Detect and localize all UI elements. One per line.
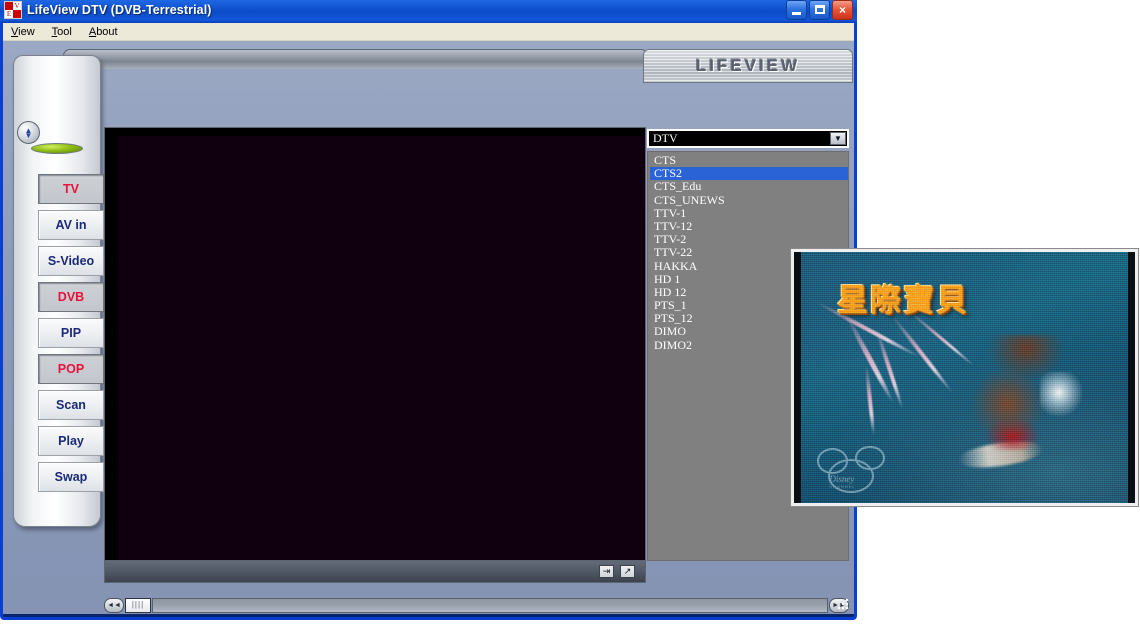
pop-video-screen: 星際寶貝 Disney CHANNEL: [794, 252, 1135, 503]
seek-thumb[interactable]: ||||: [125, 598, 151, 613]
seek-bar[interactable]: ◄◄ |||| ►►: [104, 597, 849, 614]
maximize-button[interactable]: [809, 0, 830, 20]
video-noise-overlay: [801, 252, 1128, 503]
power-led-indicator: [31, 143, 83, 154]
list-item[interactable]: CTS_UNEWS: [650, 193, 848, 207]
minimize-button[interactable]: [786, 0, 807, 20]
menu-about-rest: bout: [96, 25, 118, 38]
grip-icon: ||||: [131, 600, 145, 609]
pop-video-window[interactable]: 星際寶貝 Disney CHANNEL: [790, 248, 1139, 507]
sidebar-item-play[interactable]: Play: [38, 426, 104, 456]
lifeview-icon: VE: [4, 1, 22, 19]
client-area: LIFEVIEW TV AV in S-Video DVB PIP POP Sc…: [3, 41, 854, 614]
seek-rewind-button[interactable]: ◄◄: [104, 598, 124, 613]
brand-label: LIFEVIEW: [695, 56, 801, 75]
sidebar-item-av-in[interactable]: AV in: [38, 210, 104, 240]
list-item[interactable]: CTS_Edu: [650, 180, 848, 193]
sidebar-item-label: S-Video: [47, 254, 95, 268]
sidebar-item-dvb[interactable]: DVB: [38, 282, 104, 312]
sidebar-item-label: POP: [57, 362, 85, 376]
sidebar-item-label: Play: [58, 434, 84, 448]
sidebar-button-group: TV AV in S-Video DVB PIP POP Scan Play S…: [38, 174, 104, 498]
sidebar-item-s-video[interactable]: S-Video: [38, 246, 104, 276]
window-controls: ×: [786, 0, 855, 20]
video-surface: [119, 136, 645, 560]
sidebar-item-pop[interactable]: POP: [38, 354, 104, 384]
source-dropdown[interactable]: DTV ▼: [647, 129, 849, 148]
sidebar-item-label: PIP: [60, 326, 82, 340]
list-item[interactable]: TTV-1: [650, 206, 848, 220]
brand-panel: LIFEVIEW: [643, 49, 853, 83]
close-button[interactable]: ×: [832, 0, 853, 20]
menu-item-about[interactable]: About: [89, 26, 118, 38]
resize-grip[interactable]: [836, 597, 850, 611]
source-dropdown-value: DTV: [653, 131, 678, 145]
menu-tool-rest: ool: [57, 25, 72, 38]
title-bar[interactable]: VE LifeView DTV (DVB-Terrestrial) ×: [0, 0, 857, 23]
sidebar-item-label: AV in: [55, 218, 87, 232]
sidebar-item-pip[interactable]: PIP: [38, 318, 104, 348]
fullscreen-icon: ↗: [623, 566, 632, 576]
window-title: LifeView DTV (DVB-Terrestrial): [27, 3, 212, 17]
top-chrome-bar: [63, 49, 648, 69]
panel-toggle-button[interactable]: ⇥: [599, 565, 614, 578]
fullscreen-button[interactable]: ↗: [620, 565, 635, 578]
sidebar-item-scan[interactable]: Scan: [38, 390, 104, 420]
application-window: VE LifeView DTV (DVB-Terrestrial) × View…: [0, 0, 857, 620]
seek-track[interactable]: [152, 598, 828, 613]
collapse-toggle-button[interactable]: ▲ ▼: [17, 121, 40, 144]
menu-bar: View Tool About: [3, 23, 854, 41]
sidebar-item-tv[interactable]: TV: [38, 174, 104, 204]
sidebar-item-label: TV: [63, 182, 79, 196]
pop-video-frame: 星際寶貝 Disney CHANNEL: [801, 252, 1128, 503]
sidebar-item-label: Scan: [56, 398, 86, 412]
chevron-down-icon: ▼: [24, 130, 33, 140]
menu-view-rest: iew: [18, 25, 35, 38]
panel-toggle-icon: ⇥: [602, 566, 611, 576]
sidebar-item-label: DVB: [57, 290, 85, 304]
rewind-icon: ◄◄: [107, 602, 121, 609]
video-display[interactable]: [104, 127, 646, 561]
menu-item-tool[interactable]: Tool: [52, 26, 72, 38]
video-bottom-strip: ⇥ ↗: [104, 561, 646, 583]
sidebar-item-swap[interactable]: Swap: [38, 462, 104, 492]
chevron-down-icon[interactable]: ▼: [830, 132, 846, 145]
sidebar-item-label: Swap: [54, 470, 88, 484]
menu-item-view[interactable]: View: [11, 26, 35, 38]
